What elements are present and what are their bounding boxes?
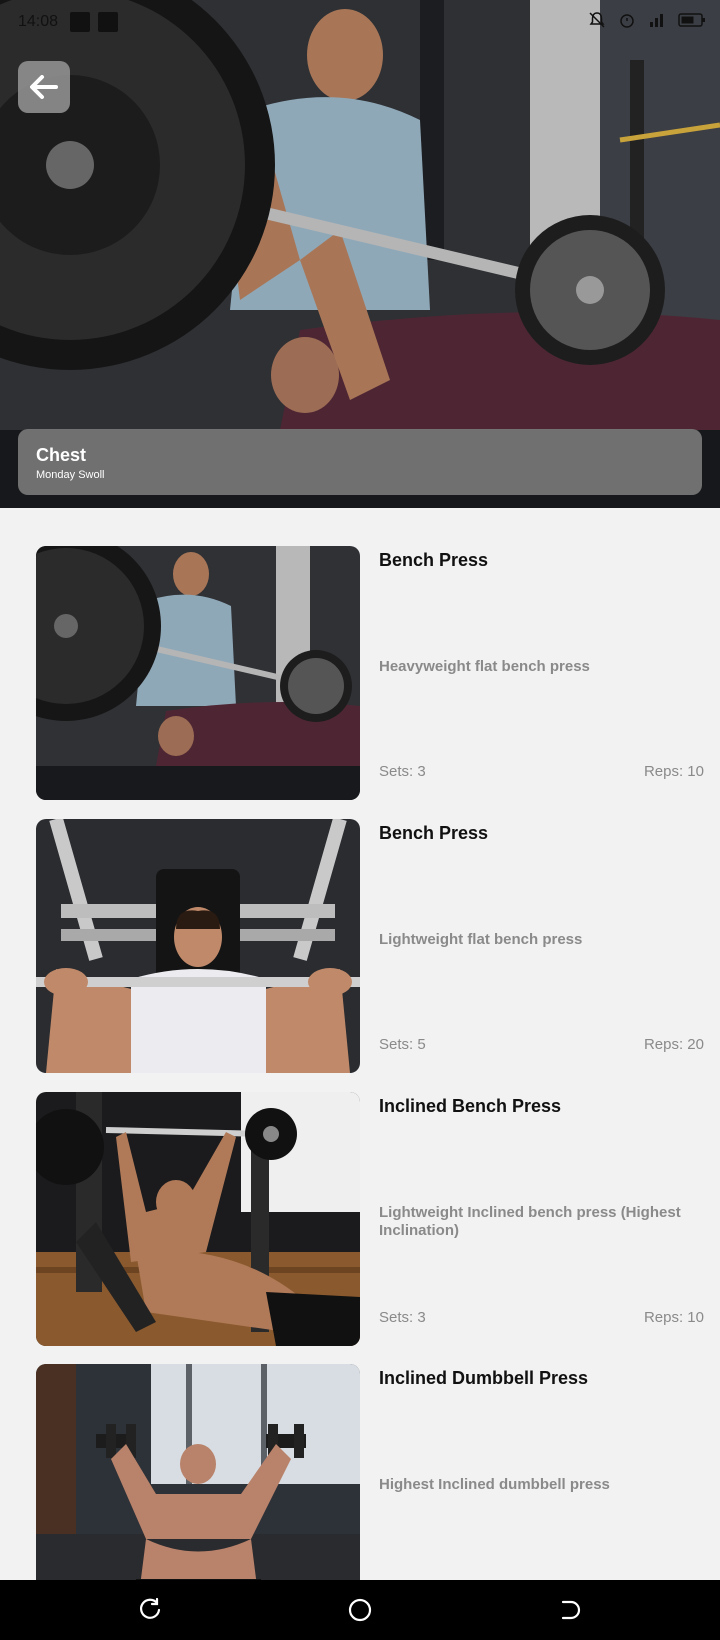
- bell-off-icon: [589, 12, 605, 28]
- back-button[interactable]: [18, 61, 70, 113]
- exercise-name: Inclined Dumbbell Press: [379, 1368, 589, 1388]
- exercise-reps: Reps: 20: [643, 1036, 704, 1053]
- recent-apps-button[interactable]: [137, 1597, 163, 1623]
- exercise-thumbnail: [36, 1092, 360, 1346]
- man-bench-press-barbell-photo: [36, 819, 360, 1073]
- status-time: 14:08: [18, 13, 59, 30]
- workout-title-card: Chest Monday Swoll: [18, 429, 702, 495]
- exercise-reps: Reps: 10: [643, 763, 704, 780]
- back-nav-button[interactable]: [557, 1597, 583, 1623]
- exercise-sets: Sets: 3: [379, 1309, 426, 1326]
- exercise-sets: Sets: 5: [379, 1036, 426, 1053]
- alarm-icon: [620, 14, 634, 28]
- exercise-item[interactable]: Bench Press Lightweight flat bench press…: [36, 819, 704, 1073]
- exercise-info: Bench Press Heavyweight flat bench press…: [379, 546, 704, 800]
- exercise-description: Lightweight Inclined bench press (Highes…: [379, 1204, 681, 1239]
- exercise-name: Bench Press: [379, 823, 489, 843]
- exercise-thumbnail: [36, 546, 360, 800]
- exercise-description: Heavyweight flat bench press: [379, 658, 590, 675]
- exercise-reps: Reps: 10: [643, 1309, 704, 1326]
- notification-icon: [70, 12, 90, 32]
- system-navigation-bar: [0, 1580, 720, 1640]
- incline-bench-press-photo: [36, 1092, 360, 1346]
- exercise-item[interactable]: Bench Press Heavyweight flat bench press…: [36, 546, 704, 800]
- exercise-description: Lightweight flat bench press: [379, 931, 583, 948]
- status-bar: 14:08: [0, 0, 720, 44]
- exercise-info: Inclined Bench Press Lightweight Incline…: [379, 1092, 704, 1346]
- exercise-name: Inclined Bench Press: [379, 1096, 562, 1116]
- hero-image: 14:08 Chest Monday Swoll: [0, 0, 720, 508]
- signal-icon: [650, 14, 663, 27]
- exercise-info: Bench Press Lightweight flat bench press…: [379, 819, 704, 1073]
- notification-icon: [98, 12, 118, 32]
- battery-icon: [678, 13, 705, 27]
- exercise-item[interactable]: Inclined Bench Press Lightweight Incline…: [36, 1092, 704, 1346]
- exercise-name: Bench Press: [379, 550, 489, 570]
- exercise-description: Highest Inclined dumbbell press: [379, 1476, 610, 1493]
- home-button[interactable]: [347, 1597, 373, 1623]
- arrow-left-icon: [30, 75, 58, 99]
- gym-bench-press-spotter-photo: [36, 546, 360, 800]
- exercise-sets: Sets: 3: [379, 763, 426, 780]
- exercise-thumbnail: [36, 819, 360, 1073]
- workout-subtitle: Monday Swoll: [36, 469, 105, 481]
- workout-title: Chest: [36, 445, 87, 465]
